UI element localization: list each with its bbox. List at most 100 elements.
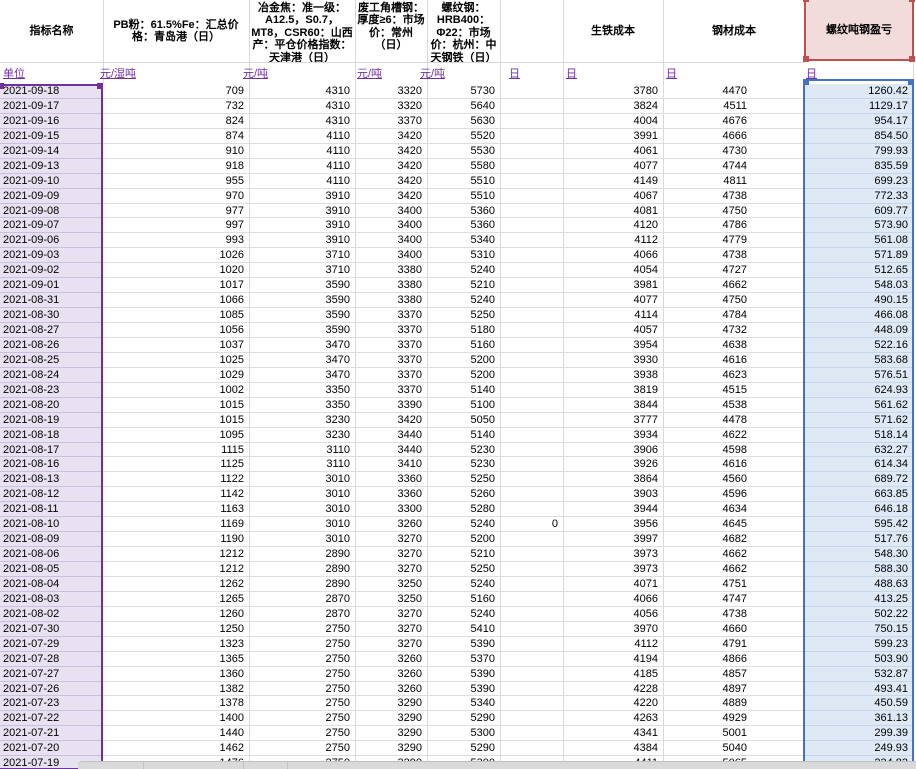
scrap-cell[interactable]: 3270 (355, 607, 427, 622)
steel-cost-cell[interactable]: 4682 (663, 532, 752, 548)
profit-cell[interactable]: 614.34 (805, 457, 913, 473)
pb-cell[interactable]: 1017 (103, 278, 249, 294)
date-cell[interactable]: 2021-09-08 (0, 203, 103, 219)
profit-cell[interactable]: 609.77 (805, 203, 913, 219)
steel-cost-cell[interactable]: 4750 (663, 293, 752, 309)
empty-cell[interactable] (752, 711, 805, 727)
rebar-cell[interactable]: 5250 (427, 562, 500, 577)
scrap-cell[interactable]: 3370 (355, 383, 427, 398)
pb-cell[interactable]: 1163 (103, 502, 249, 518)
profit-cell[interactable]: 573.90 (805, 218, 913, 234)
scrap-cell[interactable]: 3270 (355, 622, 427, 637)
pb-cell[interactable]: 977 (103, 204, 249, 219)
pig-iron-cell[interactable]: 3944 (563, 502, 663, 518)
unit-label[interactable]: 单位 (3, 65, 25, 80)
profit-cell[interactable]: 624.93 (805, 382, 913, 398)
date-cell[interactable]: 2021-09-16 (0, 113, 103, 129)
date-cell[interactable]: 2021-07-28 (0, 651, 103, 667)
rebar-cell[interactable]: 5230 (427, 443, 500, 458)
scrap-cell[interactable]: 3290 (355, 711, 427, 727)
rebar-cell[interactable]: 5200 (427, 368, 500, 383)
profit-cell[interactable]: 466.08 (805, 308, 913, 323)
coke-cell[interactable]: 2870 (249, 592, 355, 607)
coke-cell[interactable]: 3110 (249, 457, 355, 473)
header-rebar[interactable]: 螺纹钢：HRB400：Φ22：市场价：杭州：中天钢铁（日） (427, 0, 500, 62)
scrap-cell[interactable]: 3270 (355, 532, 427, 548)
date-cell[interactable]: 2021-08-10 (0, 517, 103, 533)
profit-cell[interactable]: 646.18 (805, 502, 913, 518)
pb-cell[interactable]: 1462 (103, 741, 249, 757)
coke-cell[interactable]: 3910 (249, 233, 355, 249)
empty-cell[interactable] (752, 667, 805, 682)
steel-cost-cell[interactable]: 4779 (663, 233, 752, 249)
pb-cell[interactable]: 1323 (103, 637, 249, 652)
scrap-cell[interactable]: 3380 (355, 263, 427, 279)
coke-cell[interactable]: 2750 (249, 637, 355, 652)
aux-cell[interactable] (500, 218, 563, 234)
scrap-cell[interactable]: 3370 (355, 338, 427, 353)
empty-cell[interactable] (752, 263, 805, 279)
pig-iron-cell[interactable]: 4149 (563, 174, 663, 189)
scrap-cell[interactable]: 3260 (355, 667, 427, 682)
profit-cell[interactable]: 488.63 (805, 576, 913, 592)
steel-cost-cell[interactable]: 4598 (663, 443, 752, 458)
profit-cell[interactable]: 532.87 (805, 666, 913, 682)
date-cell[interactable]: 2021-09-07 (0, 218, 103, 234)
profit-cell[interactable]: 588.30 (805, 562, 913, 577)
scrap-cell[interactable]: 3270 (355, 547, 427, 562)
scrap-cell[interactable]: 3250 (355, 577, 427, 592)
aux-cell[interactable] (500, 383, 563, 398)
pig-iron-cell[interactable]: 4112 (563, 637, 663, 652)
empty-cell[interactable] (752, 428, 805, 443)
aux-cell[interactable] (500, 398, 563, 413)
aux-cell[interactable] (500, 682, 563, 697)
coke-cell[interactable]: 2750 (249, 652, 355, 667)
aux-cell[interactable] (500, 726, 563, 742)
coke-cell[interactable]: 3910 (249, 189, 355, 204)
pig-iron-cell[interactable]: 4185 (563, 667, 663, 682)
pb-cell[interactable]: 1115 (103, 443, 249, 458)
pig-iron-cell[interactable]: 4071 (563, 577, 663, 592)
scrap-cell[interactable]: 3420 (355, 129, 427, 144)
rebar-cell[interactable]: 5160 (427, 592, 500, 607)
scrap-cell[interactable]: 3400 (355, 218, 427, 234)
empty-cell[interactable] (752, 472, 805, 488)
coke-cell[interactable]: 2870 (249, 607, 355, 622)
coke-cell[interactable]: 3470 (249, 353, 355, 368)
rebar-cell[interactable]: 5210 (427, 547, 500, 562)
rebar-cell[interactable]: 5370 (427, 652, 500, 667)
steel-cost-cell[interactable]: 4645 (663, 517, 752, 533)
coke-cell[interactable]: 3590 (249, 278, 355, 294)
date-cell[interactable]: 2021-09-06 (0, 233, 103, 249)
steel-cost-cell[interactable]: 5001 (663, 726, 752, 742)
aux-cell[interactable] (500, 577, 563, 592)
steel-cost-cell[interactable]: 4666 (663, 129, 752, 144)
pb-cell[interactable]: 709 (103, 84, 249, 99)
pig-iron-cell[interactable]: 4004 (563, 114, 663, 129)
empty-cell[interactable] (752, 726, 805, 742)
unit-scrap[interactable]: 元/吨 (357, 65, 382, 80)
pig-iron-cell[interactable]: 3997 (563, 532, 663, 548)
aux-cell[interactable] (500, 487, 563, 503)
coke-cell[interactable]: 2750 (249, 682, 355, 697)
rebar-cell[interactable]: 5100 (427, 398, 500, 413)
pig-iron-cell[interactable]: 4061 (563, 144, 663, 159)
date-cell[interactable]: 2021-07-26 (0, 681, 103, 697)
scrap-cell[interactable]: 3400 (355, 204, 427, 219)
profit-cell[interactable]: 517.76 (805, 532, 913, 548)
unit-rebar[interactable]: 元/吨 (420, 65, 445, 80)
steel-cost-cell[interactable]: 4560 (663, 472, 752, 488)
date-cell[interactable]: 2021-08-04 (0, 576, 103, 592)
scrap-cell[interactable]: 3420 (355, 189, 427, 204)
selection-handle[interactable] (803, 56, 809, 62)
coke-cell[interactable]: 3590 (249, 293, 355, 309)
rebar-cell[interactable]: 5180 (427, 323, 500, 338)
coke-cell[interactable]: 2750 (249, 696, 355, 712)
aux-cell[interactable] (500, 174, 563, 189)
date-cell[interactable]: 2021-09-10 (0, 173, 103, 189)
scrap-cell[interactable]: 3290 (355, 741, 427, 757)
pb-cell[interactable]: 970 (103, 189, 249, 204)
profit-cell[interactable]: 632.27 (805, 442, 913, 458)
rebar-cell[interactable]: 5160 (427, 338, 500, 353)
profit-cell[interactable]: 490.15 (805, 293, 913, 309)
